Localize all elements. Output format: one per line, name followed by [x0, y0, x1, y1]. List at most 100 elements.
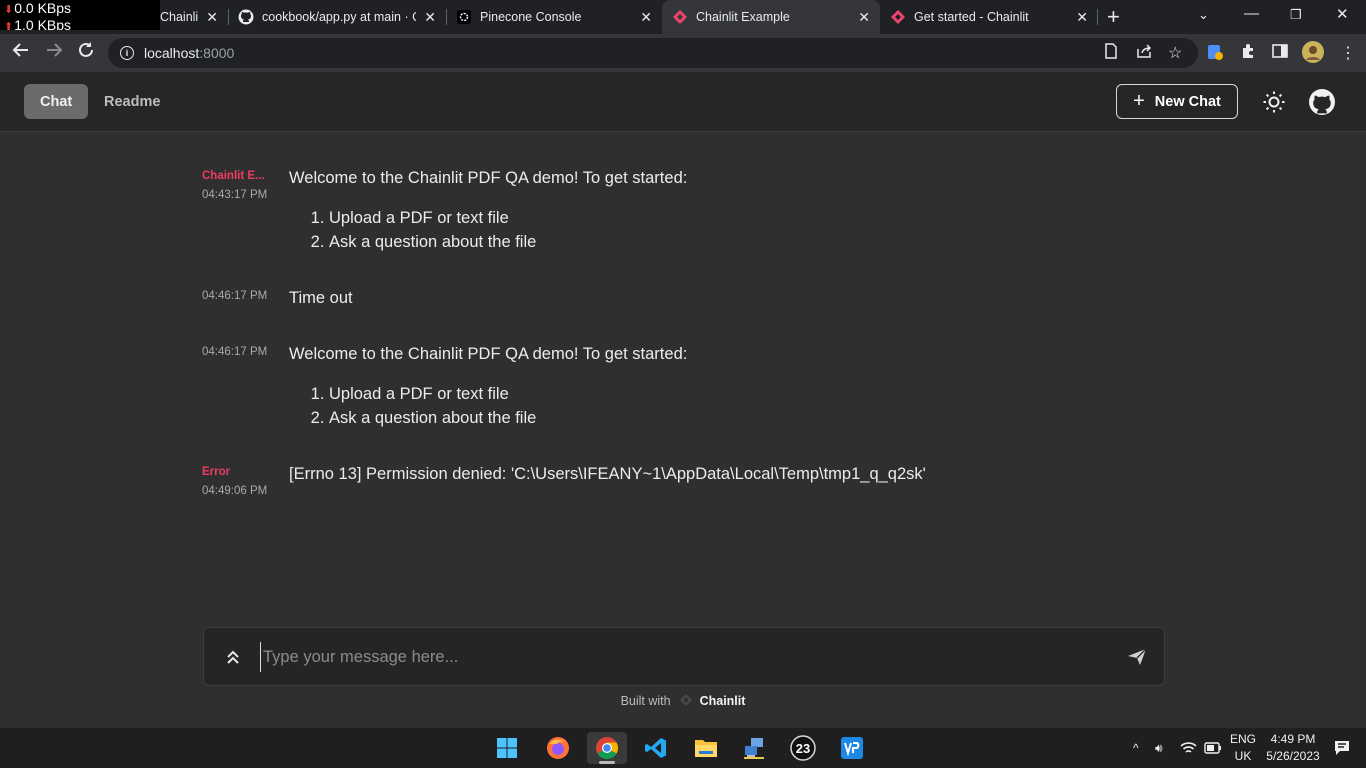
notifications-icon[interactable] — [1334, 728, 1350, 768]
extension-blue-icon[interactable] — [1206, 43, 1224, 66]
browser-tab-chainlit-example[interactable]: Chainlit Example ✕ — [662, 0, 880, 34]
close-tab-icon[interactable]: ✕ — [424, 9, 436, 26]
github-icon[interactable] — [1309, 89, 1335, 115]
send-icon[interactable] — [1126, 647, 1148, 667]
volume-icon[interactable]: 🔊︎ — [1155, 728, 1163, 768]
chainlit-icon — [672, 9, 688, 25]
input-language-indicator[interactable]: ENG UK — [1230, 731, 1256, 765]
close-tab-icon[interactable]: ✕ — [206, 9, 218, 26]
instructions-list: Upload a PDF or text file Ask a question… — [289, 206, 687, 254]
lang-code: ENG — [1230, 732, 1257, 746]
vmware-icon[interactable] — [832, 732, 872, 764]
chrome-icon[interactable] — [587, 732, 627, 764]
message-time: 04:46:17 PM — [202, 290, 268, 302]
battery-icon[interactable] — [1204, 728, 1222, 768]
vscode-icon[interactable] — [636, 732, 676, 764]
tab-title: cookbook/app.py at main · C — [262, 10, 417, 24]
list-item: Ask a question about the file — [329, 406, 687, 430]
message-body: Time out — [289, 286, 353, 310]
file-explorer-icon[interactable] — [686, 732, 726, 764]
github-icon — [238, 9, 254, 25]
plus-icon: + — [1133, 90, 1145, 112]
address-bar[interactable]: i localhost:8000 — [108, 38, 1198, 68]
windows-taskbar: 23 ^ 🔊︎ ENG UK 4:49 PM 5/26/2023 — [0, 728, 1366, 768]
browser-tab-pinecone[interactable]: Pinecone Console ✕ — [446, 0, 662, 34]
tab-title: Chainlit Example — [696, 10, 790, 24]
message-author: Chainlit E... — [202, 170, 265, 182]
extensions-puzzle-icon[interactable] — [1240, 43, 1256, 64]
message-time: 04:49:06 PM — [202, 485, 268, 497]
wifi-icon[interactable] — [1180, 728, 1197, 768]
taskbar-clock[interactable]: 4:49 PM 5/26/2023 — [1262, 731, 1324, 765]
restore-icon[interactable]: ❐ — [1290, 7, 1302, 23]
app-header: Chat Readme + New Chat — [0, 72, 1366, 132]
chainlit-icon — [890, 9, 906, 25]
tab-title: Get started - Chainlit — [914, 10, 1029, 24]
message-text: Time out — [289, 289, 353, 307]
message-composer — [203, 627, 1165, 686]
tab-title: Pinecone Console — [480, 10, 582, 24]
tab-readme[interactable]: Readme — [88, 84, 176, 119]
tab-search-chevron-icon[interactable]: ⌄ — [1198, 7, 1209, 23]
minimize-icon[interactable]: — — [1244, 5, 1259, 22]
message-text: Welcome to the Chainlit PDF QA demo! To … — [289, 169, 688, 187]
firefox-icon[interactable] — [538, 732, 578, 764]
upload-arrow-icon: ⬆ — [4, 21, 14, 30]
list-item: Upload a PDF or text file — [329, 206, 687, 230]
expand-chevrons-up-icon[interactable] — [223, 646, 243, 668]
footer-brand: Chainlit — [699, 694, 746, 708]
lang-region: UK — [1234, 749, 1252, 763]
download-arrow-icon: ⬇ — [4, 4, 14, 16]
url-port: :8000 — [199, 45, 235, 61]
tray-overflow-chevron-icon[interactable]: ^ — [1133, 728, 1139, 768]
new-chat-button[interactable]: + New Chat — [1116, 84, 1238, 119]
back-arrow-icon[interactable] — [12, 41, 30, 65]
message-time: 04:43:17 PM — [202, 189, 268, 201]
windows-start-icon[interactable] — [487, 732, 527, 764]
close-tab-icon[interactable]: ✕ — [640, 9, 652, 26]
list-item: Ask a question about the file — [329, 230, 687, 254]
close-tab-icon[interactable]: ✕ — [858, 9, 870, 26]
tab-separator — [1097, 9, 1098, 25]
bookmark-star-icon[interactable]: ☆ — [1168, 43, 1182, 63]
theme-toggle-sun-icon[interactable] — [1261, 89, 1287, 115]
browser-toolbar: i localhost:8000 ☆ ⋮ — [0, 34, 1366, 72]
clock-time: 4:49 PM — [1270, 732, 1316, 746]
browser-menu-icon[interactable]: ⋮ — [1340, 43, 1356, 63]
message-author: Error — [202, 466, 231, 478]
tab-chat[interactable]: Chat — [24, 84, 89, 119]
list-item: Upload a PDF or text file — [329, 382, 687, 406]
pinecone-icon — [456, 9, 472, 25]
message-body: Welcome to the Chainlit PDF QA demo! To … — [289, 342, 687, 430]
built-with-footer[interactable]: Built with Chainlit — [0, 694, 1366, 708]
chainlit-logo-icon — [680, 694, 693, 706]
side-panel-icon[interactable] — [1272, 43, 1288, 64]
url-host: localhost — [144, 45, 200, 61]
reload-icon[interactable] — [77, 41, 95, 65]
download-speed: 0.0 KBps — [14, 0, 72, 16]
footer-prefix: Built with — [620, 694, 671, 708]
message-body: [Errno 13] Permission denied: 'C:\Users\… — [289, 462, 926, 486]
browser-tab-get-started[interactable]: Get started - Chainlit ✕ — [880, 0, 1098, 34]
instructions-list: Upload a PDF or text file Ask a question… — [289, 382, 687, 430]
share-icon[interactable] — [1136, 43, 1153, 64]
browser-tab-strip: ⬇0.0 KBps ⬆1.0 KBps Chainlit ✕ cookbook/… — [0, 0, 1366, 34]
upload-speed: 1.0 KBps — [14, 17, 72, 31]
message-text: Welcome to the Chainlit PDF QA demo! To … — [289, 345, 688, 363]
new-chat-label: New Chat — [1154, 93, 1221, 110]
app-23-icon[interactable]: 23 — [783, 732, 823, 764]
close-tab-icon[interactable]: ✕ — [1076, 9, 1088, 26]
new-tab-icon[interactable]: + — [1107, 5, 1120, 29]
page-icon[interactable] — [1104, 43, 1118, 64]
profile-avatar[interactable] — [1301, 40, 1325, 69]
network-app-icon[interactable] — [734, 732, 774, 764]
message-input[interactable] — [260, 642, 1100, 672]
message-time: 04:46:17 PM — [202, 346, 268, 358]
network-speed-overlay: ⬇0.0 KBps ⬆1.0 KBps — [0, 0, 160, 30]
site-info-icon[interactable]: i — [120, 46, 134, 60]
app-badge-text: 23 — [796, 741, 810, 756]
forward-arrow-icon[interactable] — [45, 41, 63, 65]
browser-tab-cookbook[interactable]: cookbook/app.py at main · C ✕ — [228, 0, 446, 34]
close-window-icon[interactable]: ✕ — [1336, 5, 1349, 23]
message-body: Welcome to the Chainlit PDF QA demo! To … — [289, 166, 687, 254]
